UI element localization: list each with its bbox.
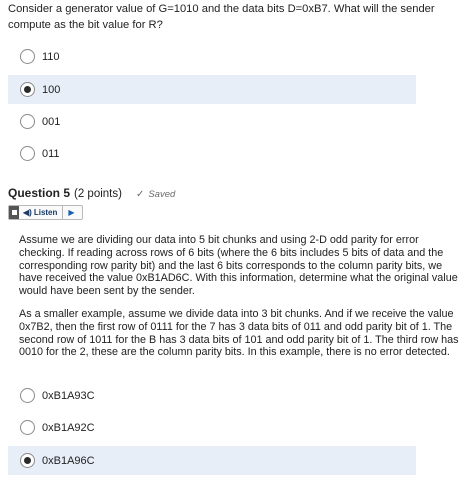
question-title: Question 5 <box>8 186 71 200</box>
radio-dot-icon <box>24 457 31 464</box>
option-label: 001 <box>42 115 61 128</box>
q4-option-001[interactable]: 001 <box>8 107 416 136</box>
saved-status: ✓ Saved <box>136 189 175 200</box>
q4-option-110[interactable]: 110 <box>8 42 416 71</box>
question-5-paragraph-1: Assume we are dividing our data into 5 b… <box>19 234 458 298</box>
option-label: 0xB1A93C <box>42 389 95 402</box>
question-5-header: Question 5 (2 points) ✓ Saved <box>8 186 175 200</box>
option-label: 110 <box>42 50 60 63</box>
check-icon: ✓ <box>135 189 145 200</box>
option-label: 100 <box>42 83 61 96</box>
radio-button[interactable] <box>20 388 35 403</box>
question-4-text: Consider a generator value of G=1010 and… <box>8 3 435 31</box>
option-label: 0xB1A96C <box>42 454 95 467</box>
listen-toolbar: ◀) Listen ▶ <box>8 205 83 220</box>
q5-option-0xB1A96C[interactable]: 0xB1A96C <box>8 446 416 475</box>
radio-button[interactable] <box>20 146 35 161</box>
listen-button[interactable]: ◀) Listen <box>19 206 64 219</box>
radio-button-selected[interactable] <box>20 82 35 97</box>
option-label: 0xB1A92C <box>42 421 95 434</box>
saved-label: Saved <box>148 189 176 200</box>
q4-option-011[interactable]: 011 <box>8 139 416 168</box>
q4-option-100[interactable]: 100 <box>8 75 416 104</box>
radio-button-selected[interactable] <box>20 453 35 468</box>
radio-button[interactable] <box>20 49 35 64</box>
q5-option-0xB1A93C[interactable]: 0xB1A93C <box>8 381 416 410</box>
radio-button[interactable] <box>20 114 35 129</box>
option-label: 011 <box>42 147 60 160</box>
question-5-paragraph-2: As a smaller example, assume we divide d… <box>19 308 459 359</box>
stop-icon[interactable] <box>9 206 19 219</box>
radio-button[interactable] <box>20 420 35 435</box>
radio-dot-icon <box>24 86 31 93</box>
play-icon[interactable]: ▶ <box>63 208 74 217</box>
question-points: (2 points) <box>74 188 122 200</box>
q5-option-0xB1A92C[interactable]: 0xB1A92C <box>8 413 416 442</box>
listen-label: Listen <box>33 208 58 217</box>
speaker-icon: ◀) <box>23 208 32 217</box>
